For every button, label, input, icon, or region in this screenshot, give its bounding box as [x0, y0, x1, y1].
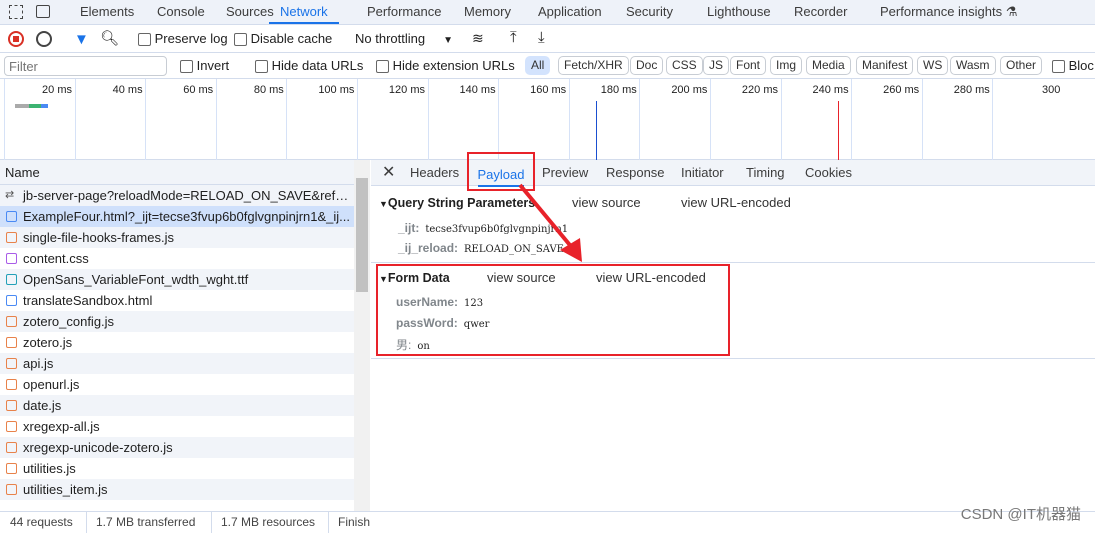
watermark: CSDN @IT机器猫 — [960, 506, 1081, 523]
annotation-arrow — [518, 183, 582, 262]
